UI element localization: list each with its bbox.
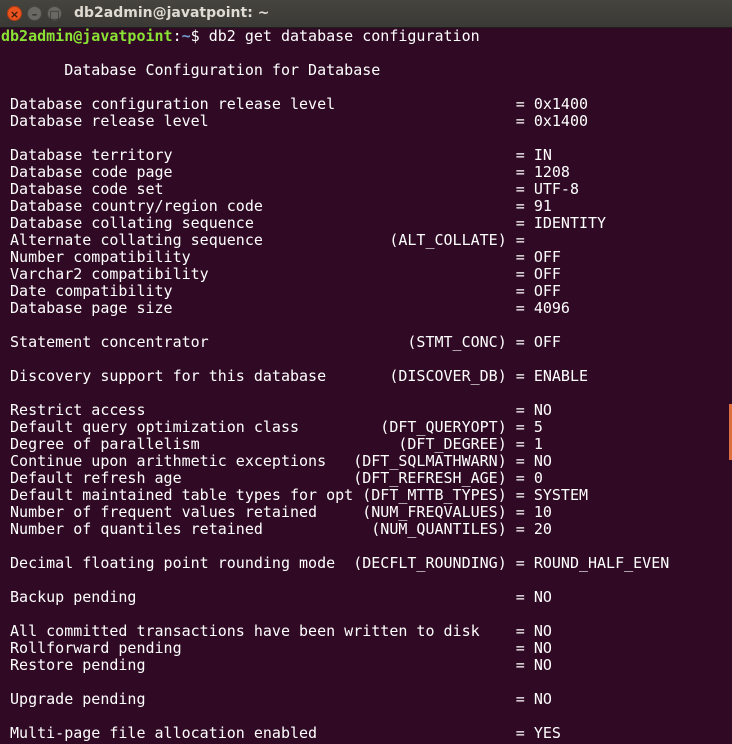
- output-line: Database configuration release level = 0…: [1, 95, 588, 113]
- output-line: Default query optimization class (DFT_QU…: [1, 418, 543, 436]
- output-line: Database code set = UTF-8: [1, 180, 579, 198]
- output-line: Varchar2 compatibility = OFF: [1, 265, 561, 283]
- output-line: Upgrade pending = NO: [1, 690, 552, 708]
- output-line: Database code page = 1208: [1, 163, 570, 181]
- output-line: Statement concentrator (STMT_CONC) = OFF: [1, 333, 561, 351]
- minimize-icon: –: [31, 8, 38, 21]
- command-text: db2 get database configuration: [208, 28, 480, 45]
- output-line: Database territory = IN: [1, 146, 552, 164]
- output-line: Date compatibility = OFF: [1, 282, 561, 300]
- output-line: Database page size = 4096: [1, 299, 570, 317]
- window-title: db2admin@javatpoint: ~: [74, 5, 270, 21]
- output-line: Number of quantiles retained (NUM_QUANTI…: [1, 520, 552, 538]
- prompt-symbol: $: [190, 28, 209, 45]
- output-line: Database collating sequence = IDENTITY: [1, 214, 607, 232]
- output-line: Database release level = 0x1400: [1, 112, 588, 130]
- output-line: Number of frequent values retained (NUM_…: [1, 503, 552, 521]
- output-line: Database country/region code = 91: [1, 197, 552, 215]
- close-button[interactable]: ×: [7, 6, 22, 21]
- terminal-output[interactable]: db2admin@javatpoint:~$ db2 get database …: [0, 28, 732, 744]
- maximize-button[interactable]: □: [47, 6, 62, 21]
- output-line: Backup pending = NO: [1, 588, 552, 606]
- output-line: Discovery support for this database (DIS…: [1, 367, 588, 385]
- terminal-window: × – □ db2admin@javatpoint: ~ db2admin@ja…: [0, 0, 732, 744]
- output-line: Database Configuration for Database: [1, 61, 381, 79]
- close-icon: ×: [9, 8, 20, 21]
- output-line: Number compatibility = OFF: [1, 248, 561, 266]
- output-line: Alternate collating sequence (ALT_COLLAT…: [1, 231, 525, 249]
- maximize-icon: □: [49, 8, 60, 21]
- output-line: Continue upon arithmetic exceptions (DFT…: [1, 452, 552, 470]
- output-line: Decimal floating point rounding mode (DE…: [1, 554, 670, 572]
- minimize-button[interactable]: –: [27, 6, 42, 21]
- output-line: Degree of parallelism (DFT_DEGREE) = 1: [1, 435, 543, 453]
- prompt-separator: :: [172, 28, 182, 45]
- prompt-user-host: db2admin@javatpoint: [1, 28, 173, 45]
- output-line: Default maintained table types for opt (…: [1, 486, 588, 504]
- prompt-path: ~: [181, 28, 191, 45]
- output-line: Restore pending = NO: [1, 656, 552, 674]
- output-line: Restrict access = NO: [1, 401, 552, 419]
- title-bar[interactable]: × – □ db2admin@javatpoint: ~: [0, 0, 732, 28]
- prompt-line: db2admin@javatpoint:~$ db2 get database …: [1, 28, 732, 45]
- output-line: Rollforward pending = NO: [1, 639, 552, 657]
- output-line: All committed transactions have been wri…: [1, 622, 552, 640]
- output-line: Multi-page file allocation enabled = YES: [1, 724, 561, 742]
- output-line: Default refresh age (DFT_REFRESH_AGE) = …: [1, 469, 543, 487]
